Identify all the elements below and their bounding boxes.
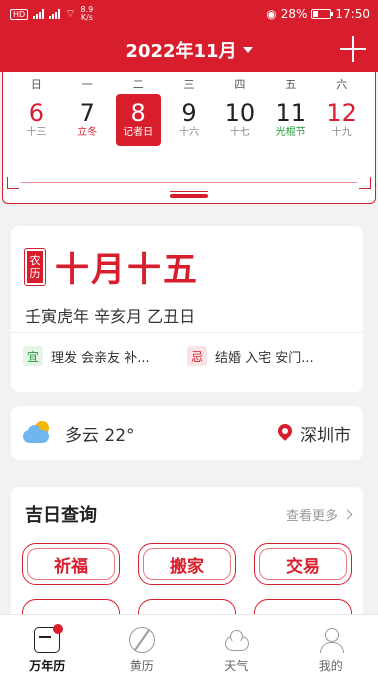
location-pin-icon — [278, 424, 292, 442]
tab-almanac[interactable]: 黄历 — [95, 615, 190, 684]
eye-icon: ◉ — [266, 7, 277, 21]
tab-calendar[interactable]: 万年历 — [0, 615, 95, 684]
week-strip: 日 一 二 三 四 五 六 6 十三 7 立冬 8 记者日 9 十六 10 十七… — [2, 72, 376, 204]
date-cell[interactable]: 10 十七 — [217, 94, 262, 146]
yi-badge: 宜 — [23, 346, 43, 366]
weather-text: 多云 22° — [65, 425, 135, 446]
lunar-card[interactable]: 农历 十月十五 壬寅虎年 辛亥月 乙丑日 宜 理发 会亲友 补... 忌 结婚 … — [11, 226, 363, 392]
wifi-icon: ⌔ — [65, 7, 76, 20]
date-lunar: 十三 — [26, 127, 47, 138]
signal-icon-2 — [49, 9, 61, 19]
ji-badge: 忌 — [187, 346, 207, 366]
caret-down-icon — [242, 47, 253, 53]
date-cell[interactable]: 12 十九 — [319, 94, 364, 146]
date-cell[interactable]: 7 立冬 — [65, 94, 110, 146]
date-number: 6 — [28, 99, 45, 127]
month-title: 2022年11月 — [125, 41, 237, 62]
date-number: 12 — [326, 99, 357, 127]
view-more-link[interactable]: 查看更多 — [286, 505, 353, 524]
tab-weather[interactable]: 天气 — [189, 615, 284, 684]
expand-handle-line — [170, 191, 208, 192]
ji-text: 结婚 入宅 安门... — [215, 350, 314, 366]
calendar-icon — [34, 624, 64, 653]
lucky-title: 吉日查询 — [25, 505, 97, 526]
weekday-label: 三 — [183, 78, 195, 91]
lucky-button-qifu[interactable]: 祈福 — [22, 543, 120, 585]
cloudy-icon — [23, 421, 53, 445]
lunar-date: 十月十五 — [55, 250, 199, 290]
date-number: 10 — [224, 99, 256, 127]
ji-row[interactable]: 忌 结婚 入宅 安门... — [187, 346, 351, 366]
yi-row[interactable]: 宜 理发 会亲友 补... — [23, 346, 187, 366]
month-selector[interactable]: 2022年11月 — [125, 37, 253, 63]
city-name: 深圳市 — [300, 425, 351, 446]
ganzhi-text: 壬寅虎年 辛亥月 乙丑日 — [25, 307, 196, 326]
date-lunar: 十七 — [229, 127, 250, 138]
date-cell[interactable]: 11 光棍节 — [268, 94, 313, 146]
nongli-badge: 农历 — [24, 247, 46, 286]
expand-handle[interactable] — [170, 194, 208, 198]
weekday-label: 二 — [132, 78, 144, 91]
app-header: HD ⌔ 8.9 K/s ◉ 28% 17:50 2022年11月 — [0, 0, 378, 72]
weekday-label: 日 — [30, 78, 42, 91]
cloud-icon — [223, 627, 250, 653]
signal-icon — [33, 9, 45, 19]
chevron-right-icon — [342, 509, 353, 519]
yi-text: 理发 会亲友 补... — [51, 350, 150, 366]
location[interactable]: 深圳市 — [278, 421, 351, 446]
date-lunar: 记者日 — [123, 127, 154, 138]
weekday-label: 一 — [81, 78, 93, 91]
tab-me[interactable]: 我的 — [284, 615, 378, 684]
date-lunar: 光棍节 — [275, 127, 306, 138]
user-icon — [318, 627, 344, 653]
weather-card[interactable]: 多云 22° 深圳市 — [11, 406, 363, 460]
date-cell[interactable]: 6 十三 — [14, 94, 59, 146]
date-number: 7 — [79, 99, 95, 127]
date-number: 8 — [130, 99, 146, 127]
date-lunar: 十六 — [179, 127, 199, 138]
add-button[interactable] — [340, 36, 366, 62]
date-cell[interactable]: 9 十六 — [167, 94, 212, 146]
clock: 17:50 — [335, 7, 370, 21]
lucky-button-jiaoyi[interactable]: 交易 — [254, 543, 352, 585]
lucky-button-banjia[interactable]: 搬家 — [138, 543, 236, 585]
corner-ornament — [359, 177, 371, 189]
date-cell-selected[interactable]: 8 记者日 — [115, 94, 161, 146]
status-bar: HD ⌔ 8.9 K/s ◉ 28% 17:50 — [0, 0, 378, 28]
lucky-day-card: 吉日查询 查看更多 祈福 搬家 交易 — [11, 487, 363, 627]
net-speed: 8.9 K/s — [80, 5, 94, 22]
weekday-label: 四 — [234, 78, 246, 91]
weekday-label: 五 — [285, 78, 297, 91]
date-lunar: 十九 — [331, 127, 352, 138]
yin-yang-icon — [128, 627, 155, 653]
date-lunar: 立冬 — [77, 127, 98, 138]
hd-icon: HD — [10, 8, 29, 20]
battery-icon — [311, 9, 334, 19]
weekday-label: 六 — [336, 78, 348, 91]
panel-divider — [21, 182, 357, 183]
corner-ornament — [7, 177, 19, 189]
date-number: 9 — [181, 99, 197, 127]
divider — [11, 332, 363, 333]
battery-percent: 28% — [280, 7, 308, 21]
bottom-tab-bar: 万年历 黄历 天气 我的 — [0, 614, 378, 684]
date-number: 11 — [275, 99, 306, 127]
